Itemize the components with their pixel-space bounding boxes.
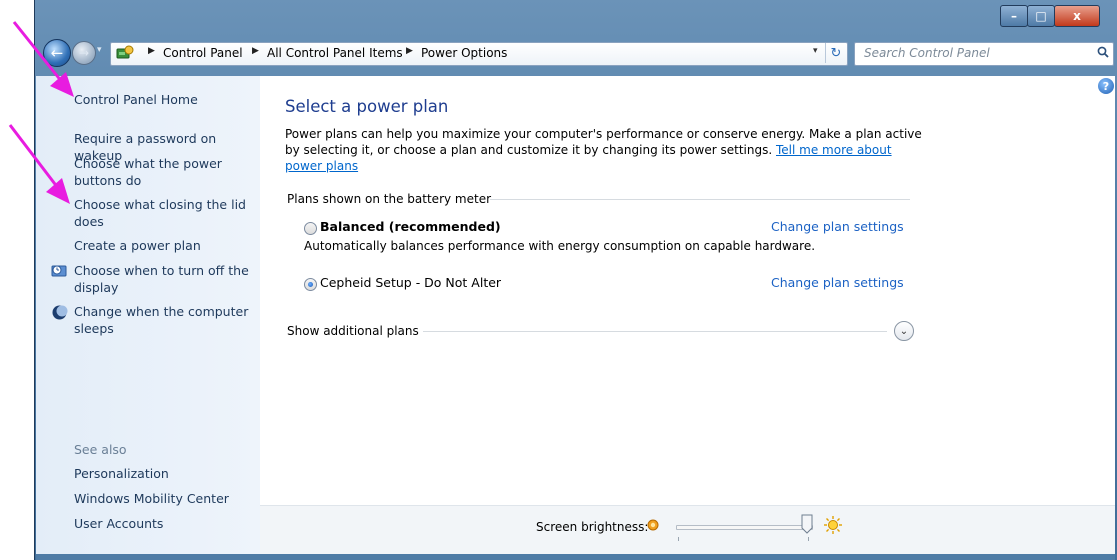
search-placeholder: Search Control Panel (864, 46, 990, 60)
minimize-icon: – (1011, 9, 1017, 23)
display-timer-icon (51, 265, 67, 277)
search-icon[interactable] (1097, 46, 1109, 58)
dim-sun-icon (647, 519, 659, 531)
chevron-down-icon: ▾ (97, 45, 102, 55)
refresh-button[interactable]: ↻ (825, 43, 846, 63)
recent-pages-dropdown[interactable]: ▾ (97, 45, 109, 59)
maximize-button[interactable]: □ (1027, 5, 1055, 27)
chevron-down-icon: ⌄ (899, 325, 909, 337)
breadcrumb-all-items[interactable]: All Control Panel Items (267, 46, 403, 60)
plan-balanced-name[interactable]: Balanced (recommended) (320, 219, 501, 234)
help-icon[interactable]: ? (1098, 78, 1114, 94)
show-additional-plans-label[interactable]: Show additional plans (287, 324, 419, 338)
sidebar-item-power-buttons[interactable]: Choose what the power buttons do (74, 155, 259, 189)
divider (423, 331, 887, 332)
control-panel-icon (116, 45, 134, 59)
sidebar-item-user-accounts[interactable]: User Accounts (74, 515, 259, 532)
sidebar-item-turn-off-display[interactable]: Choose when to turn off the display (74, 262, 259, 296)
annotation-arrow-icon (8, 124, 70, 204)
breadcrumb-arrow-icon[interactable]: ▶ (252, 46, 259, 56)
breadcrumb-power-options[interactable]: Power Options (421, 46, 507, 60)
sidebar-item-computer-sleeps[interactable]: Change when the computer sleeps (74, 303, 259, 337)
moon-icon (52, 305, 68, 320)
brightness-bar (260, 505, 1115, 555)
page-title: Select a power plan (285, 97, 449, 116)
window-bottom-border (36, 554, 1115, 560)
slider-tick (808, 537, 809, 541)
plan-cepheid-change-link[interactable]: Change plan settings (771, 275, 904, 290)
minimize-button[interactable]: – (1000, 5, 1028, 27)
address-history-dropdown[interactable]: ▾ (813, 46, 818, 56)
plan-balanced-description: Automatically balances performance with … (304, 239, 816, 253)
breadcrumb-control-panel[interactable]: Control Panel (163, 46, 243, 60)
brightness-slider-track[interactable] (676, 525, 813, 530)
bright-sun-icon (824, 516, 842, 534)
plan-cepheid-radio[interactable] (304, 278, 317, 291)
brightness-label: Screen brightness: (536, 520, 649, 534)
expand-plans-button[interactable]: ⌄ (894, 321, 914, 341)
sidebar-item-personalization[interactable]: Personalization (74, 465, 259, 482)
close-icon: x (1073, 9, 1081, 23)
plan-cepheid-name[interactable]: Cepheid Setup - Do Not Alter (320, 275, 501, 290)
see-also-heading: See also (74, 442, 127, 457)
maximize-icon: □ (1035, 9, 1047, 23)
close-button[interactable]: x (1054, 5, 1100, 27)
breadcrumb-arrow-icon: ▶ (148, 46, 155, 56)
breadcrumb-arrow-icon[interactable]: ▶ (406, 46, 413, 56)
sidebar-item-closing-lid[interactable]: Choose what closing the lid does (74, 196, 259, 230)
plan-balanced-change-link[interactable]: Change plan settings (771, 219, 904, 234)
sidebar-item-create-plan[interactable]: Create a power plan (74, 237, 259, 254)
brightness-slider-thumb[interactable] (801, 514, 813, 534)
page-description: Power plans can help you maximize your c… (285, 126, 925, 174)
plan-balanced-radio[interactable] (304, 222, 317, 235)
refresh-icon: ↻ (830, 45, 842, 61)
plans-group-label: Plans shown on the battery meter (287, 192, 492, 206)
slider-tick (678, 537, 679, 541)
annotation-arrow-icon (12, 21, 74, 97)
help-glyph: ? (1102, 79, 1110, 93)
sidebar-item-mobility-center[interactable]: Windows Mobility Center (74, 490, 259, 507)
divider (490, 199, 910, 200)
sidebar-item-control-panel-home[interactable]: Control Panel Home (74, 91, 259, 108)
